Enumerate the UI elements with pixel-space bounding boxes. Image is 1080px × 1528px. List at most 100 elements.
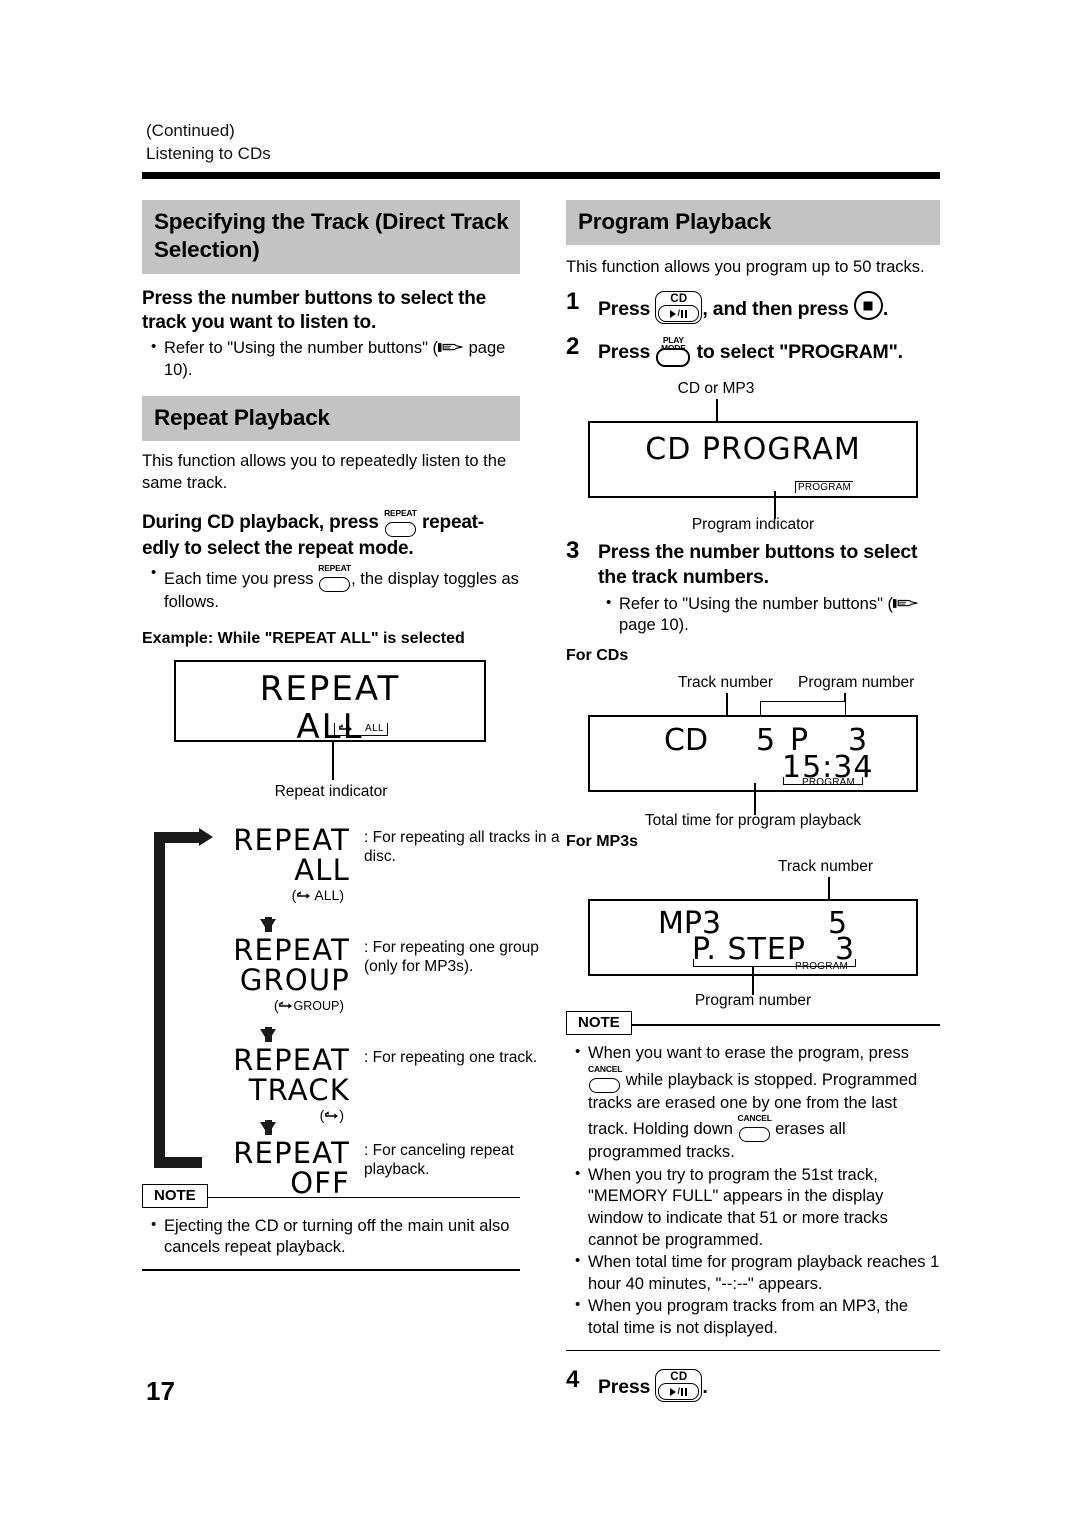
- note-label: NOTE: [566, 1010, 632, 1035]
- repeat-display-panel: REPEAT ALL ALL: [174, 659, 486, 747]
- cd-play-pause-button-icon[interactable]: CD /: [655, 291, 703, 325]
- flow-item-indicator: (GROUP): [273, 997, 344, 1014]
- step-3: 3 Press the number buttons to select the…: [566, 537, 940, 591]
- repeat-loop-icon: [324, 1110, 339, 1121]
- list-item: When you want to erase the program, pres…: [573, 1042, 940, 1164]
- flow-item-line2: GROUP: [239, 962, 350, 997]
- step-number: 2: [566, 333, 580, 361]
- note-bullet-list: When you want to erase the program, pres…: [573, 1042, 940, 1340]
- list-item: When you program tracks from an MP3, the…: [573, 1295, 940, 1339]
- section-heading-repeat-playback: Repeat Playback: [142, 395, 520, 441]
- flow-desc-repeat-track: : For repeating one track.: [364, 1048, 538, 1066]
- cd-display-track-number: 5: [756, 722, 776, 758]
- program-number-bracket: [760, 700, 846, 715]
- play-pause-icon: /: [658, 1383, 700, 1401]
- track-number-leader-line: [726, 692, 728, 715]
- flow-indicator-label: GROUP: [293, 999, 340, 1014]
- repeat-bullet-pre: Each time you press: [164, 570, 314, 589]
- step-text-pre: Press: [598, 298, 651, 321]
- flow-indicator-label: ALL: [314, 887, 340, 904]
- cd-display-content: CD 5 P 3 15:34 PROGRAM: [590, 717, 916, 790]
- cancel-button-label-2: CANCEL: [737, 1113, 772, 1124]
- note-body: Ejecting the CD or turning off the main …: [142, 1215, 520, 1259]
- for-cds-heading: For CDs: [566, 646, 629, 664]
- repeat-button-ring-2: [319, 577, 351, 593]
- step-number: 1: [566, 288, 580, 316]
- flow-item-line1: REPEAT: [233, 822, 350, 857]
- repeat-loop-icon: [296, 890, 311, 901]
- step-number: 3: [566, 537, 580, 565]
- note-label: NOTE: [142, 1183, 208, 1208]
- total-time-caption: Total time for program playback: [644, 811, 862, 829]
- flow-desc-repeat-group: : For repeating one group (only for MP3s…: [364, 938, 539, 976]
- bullet-list-direct-track: Refer to "Using the number buttons" ( pa…: [149, 337, 520, 381]
- running-title: Listening to CDs: [146, 143, 271, 163]
- flow-item-repeat-track: REPEAT TRACK (): [200, 1042, 350, 1125]
- flow-item-line1: REPEAT: [233, 1042, 350, 1077]
- program-intro-text: This function allows you program up to 5…: [566, 258, 925, 277]
- note-bullet-list: Ejecting the CD or turning off the main …: [149, 1215, 520, 1259]
- continued-label: (Continued): [146, 121, 235, 140]
- list-item: Refer to "Using the number buttons" ( pa…: [149, 337, 520, 381]
- repeat-indicator-all-label: ALL: [365, 722, 384, 734]
- program-display-figure: CD or MP3 CD PROGRAM PROGRAM Program ind…: [566, 379, 940, 534]
- flow-item-indicator: ( ALL): [291, 887, 344, 904]
- step-text-post: .: [882, 298, 889, 321]
- right-column: Program Playback This function allows yo…: [566, 200, 940, 1403]
- flow-loop-bottom: [154, 1156, 202, 1168]
- flow-item-line1: REPEAT: [233, 1135, 350, 1170]
- list-item: Ejecting the CD or turning off the main …: [149, 1215, 520, 1259]
- step-text: Press CD / .: [598, 1367, 708, 1403]
- cd-or-mp3-caption: CD or MP3: [677, 380, 755, 398]
- repeat-loop-icon: [278, 1000, 293, 1011]
- bullet-list-repeat: Each time you press REPEAT , the display…: [149, 563, 520, 614]
- mp3-track-leader-line: [828, 876, 830, 899]
- hand-pointer-icon: [438, 340, 464, 355]
- cd-or-mp3-leader-line: [716, 399, 718, 422]
- stop-button-icon[interactable]: [853, 291, 883, 321]
- cd-play-pause-button-icon[interactable]: CD /: [655, 1369, 703, 1403]
- repeat-display-figure: REPEAT ALL ALL Repeat indicator: [142, 659, 520, 810]
- repeat-display-line2: ALL: [296, 707, 364, 748]
- flow-loop-top: [154, 831, 202, 843]
- flow-item-line2: TRACK: [248, 1072, 350, 1107]
- step-text-post: to select "PROGRAM".: [696, 341, 903, 364]
- note-rule-bottom: [142, 1268, 520, 1271]
- repeat-button-icon-2[interactable]: REPEAT: [318, 563, 351, 593]
- note-item1-pre: When you want to erase the program, pres…: [588, 1043, 909, 1062]
- flow-desc-repeat-off: : For canceling repeat playback.: [364, 1141, 514, 1179]
- repeat-loop-icon: [338, 723, 353, 734]
- step3-bullet-post: page 10).: [619, 616, 689, 635]
- repeat-mode-flow-diagram: REPEAT ALL ( ALL) : For repeating all tr…: [142, 822, 560, 1199]
- step-1: 1 Press CD / , and then press .: [566, 288, 940, 325]
- program-indicator-caption: Program indicator: [691, 516, 815, 534]
- bullet-text-pre: Refer to "Using the number buttons" (: [164, 339, 439, 358]
- instruction-direct-track: Press the number buttons to select the t…: [142, 288, 486, 333]
- repeat-intro-text: This function allows you to repeatedly l…: [142, 451, 507, 492]
- step-number: 4: [566, 1366, 580, 1394]
- flow-desc-repeat-all: : For repeating all tracks in a disc.: [364, 828, 560, 866]
- note-box-left: NOTE Ejecting the CD or turning off the …: [142, 1183, 520, 1271]
- step-text-mid: , and then press: [702, 298, 849, 321]
- program-display-text: CD PROGRAM: [645, 432, 861, 468]
- cancel-button-ring-2: [738, 1127, 770, 1143]
- section-heading-direct-track: Specifying the Track (Direct Track Selec…: [142, 200, 520, 275]
- repeat-button-ring: [384, 521, 416, 537]
- flow-arrow-3: [260, 1119, 276, 1135]
- cancel-button-icon-2[interactable]: CANCEL: [737, 1113, 772, 1143]
- repeat-button-label-2: REPEAT: [318, 563, 351, 574]
- mp3-program-number-caption: Program number: [694, 991, 812, 1009]
- step-3-bullets: Refer to "Using the number buttons" ( pa…: [604, 593, 940, 637]
- cancel-button-ring: [589, 1077, 620, 1093]
- repeat-indicator-leader-line: [332, 741, 334, 780]
- note-box-right: NOTE When you want to erase the program,…: [566, 1010, 940, 1352]
- step-text-pre: Press: [598, 1376, 651, 1399]
- flow-item-repeat-group: REPEAT GROUP (GROUP): [200, 935, 350, 1015]
- play-mode-button-icon[interactable]: PLAY MODE: [655, 336, 691, 368]
- instruction-repeat-pre: During CD playback, press: [142, 511, 379, 533]
- play-pause-icon: /: [658, 305, 700, 323]
- cancel-button-icon[interactable]: CANCEL: [588, 1065, 622, 1093]
- step-text: Press PLAY MODE to select "PROGRAM".: [598, 334, 903, 368]
- step-text-pre: Press: [598, 341, 651, 364]
- repeat-button-icon[interactable]: REPEAT: [384, 509, 417, 537]
